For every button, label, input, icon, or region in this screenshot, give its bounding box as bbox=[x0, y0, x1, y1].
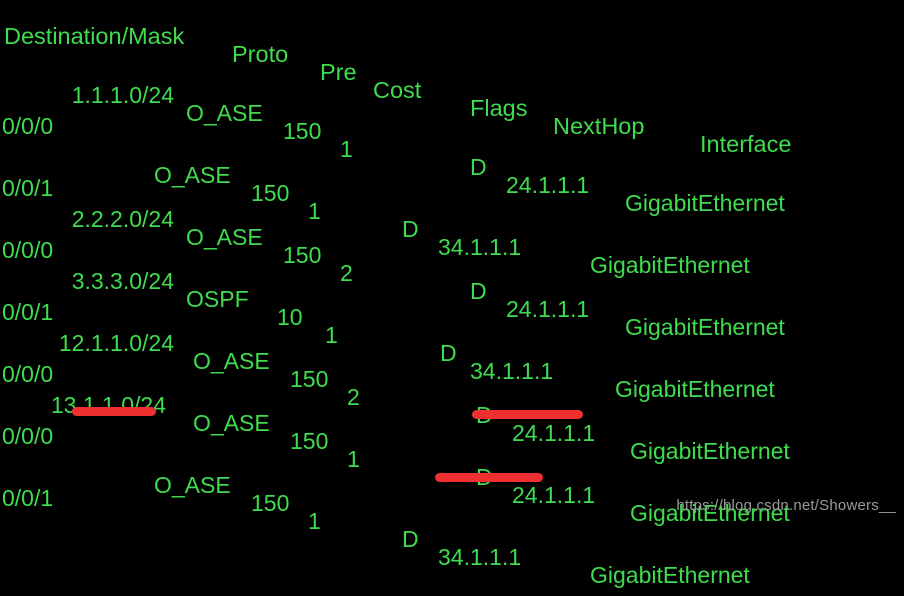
table-row: 13.1.1.0/24 O_ASE 150 1 D 24.1.1.1 Gigab… bbox=[0, 372, 904, 526]
watermark: https://blog.csdn.net/Showers__ bbox=[676, 497, 896, 514]
table-row-continuation: 0/0/0 bbox=[0, 93, 904, 139]
terminal-window: Destination/Mask Proto Pre Cost Flags Ne… bbox=[0, 0, 904, 588]
table-row: 2.2.2.0/24 O_ASE 150 2 D 24.1.1.1 Gigabi… bbox=[0, 186, 904, 340]
column-header-destination: Destination/Mask bbox=[4, 23, 185, 49]
table-row-continuation: 0/0/1 bbox=[0, 155, 904, 201]
table-row: O_ASE 150 1 D 34.1.1.1 GigabitEthernet bbox=[0, 124, 904, 278]
table-row: 3.3.3.0/24 OSPF 10 1 D 34.1.1.1 GigabitE… bbox=[0, 248, 904, 402]
route-nexthop: 34.1.1.1 bbox=[438, 544, 522, 570]
route-interface: GigabitEthernet bbox=[590, 562, 750, 588]
annotation-underline-nexthop-34 bbox=[435, 473, 543, 482]
route-cost: 1 bbox=[308, 508, 321, 534]
annotation-underline-destination bbox=[72, 407, 156, 416]
table-row: O_ASE 150 1 D 34.1.1.1 GigabitEthernet bbox=[0, 434, 904, 588]
route-interface-continuation: 0/0/1 bbox=[2, 485, 54, 511]
table-row: 1.1.1.0/24 O_ASE 150 1 D 24.1.1.1 Gigabi… bbox=[0, 62, 904, 216]
table-row-continuation: 0/0/1 bbox=[0, 279, 904, 325]
table-row-continuation: 0/0/0 bbox=[0, 217, 904, 263]
table-row: 12.1.1.0/24 O_ASE 150 2 D 24.1.1.1 Gigab… bbox=[0, 310, 904, 464]
annotation-underline-nexthop-24 bbox=[472, 410, 583, 419]
route-flags: D bbox=[402, 526, 419, 552]
table-header-row: Destination/Mask Proto Pre Cost Flags Ne… bbox=[0, 3, 904, 157]
table-row-continuation: 0/0/0 bbox=[0, 341, 904, 387]
